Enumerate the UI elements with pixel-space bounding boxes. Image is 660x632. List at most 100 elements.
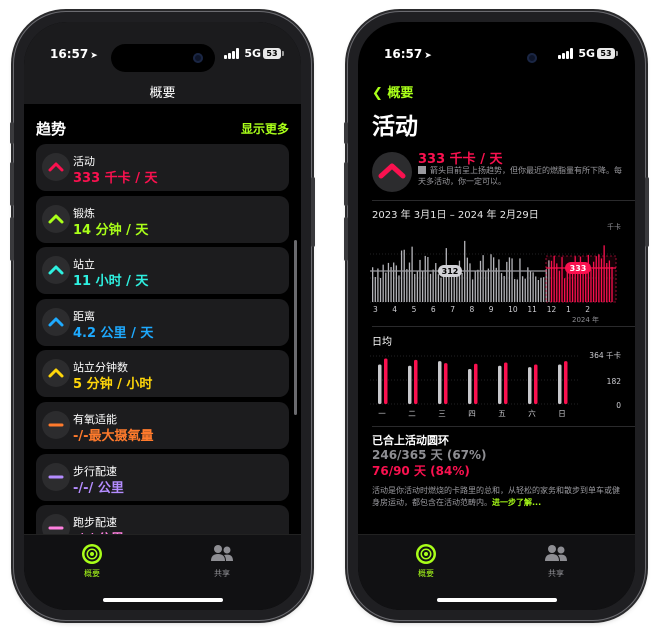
tab-sharing[interactable]: 共享 [192, 543, 252, 579]
daily-bar [529, 270, 532, 302]
daily-average-title: 日均 [372, 337, 392, 348]
trend-badge [42, 410, 70, 439]
divider [372, 326, 635, 327]
daily-bar [511, 258, 513, 302]
x-tick-label: 11 [527, 305, 537, 314]
scrollbar[interactable] [294, 240, 297, 415]
chevron-left-icon: ❮ [372, 86, 388, 101]
weekday-label: 一 [378, 409, 386, 418]
divider [372, 426, 635, 427]
screen-summary: 16:57 ➤ 5G 53 概要 趋势 显示更多 活动 333 千卡 / 天锻炼 14… [24, 22, 301, 610]
daily-bar [398, 275, 400, 302]
screen-activity: 16:57 ➤ 5G 53 ❮ 概要 活动 333 千卡 / 天 箭头目前呈上扬趋… [358, 22, 635, 610]
weekday-bar [558, 364, 562, 404]
show-more-link[interactable]: 显示更多 [241, 120, 289, 137]
daily-bar [500, 273, 503, 302]
chart-unit: 千卡 [607, 223, 621, 231]
daily-bar [466, 257, 468, 302]
nav-title: 概要 [149, 86, 176, 101]
tab-sharing-label: 共享 [548, 569, 564, 578]
back-label: 概要 [387, 86, 414, 101]
weekday-bar [498, 365, 502, 404]
network-type: 5G [244, 47, 261, 60]
weekday-bar [468, 369, 472, 404]
svg-text:333: 333 [570, 264, 587, 273]
trend-value: 333 千卡 / 天 [73, 171, 158, 186]
x-tick-label: 1 [566, 305, 571, 314]
daily-bar [456, 273, 458, 302]
footnote: 活动是你活动时燃烧的卡路里的总和，从轻松的家务和散步到单车或健身房运动，都包含在… [372, 486, 620, 507]
tab-summary[interactable]: 概要 [62, 543, 122, 579]
rings-closed-recent: 76/90 天 (84%) [372, 464, 470, 478]
daily-bar [521, 276, 524, 302]
x-sub-label: 2024 年 [572, 315, 599, 324]
chevron-up-icon [48, 368, 64, 378]
weekday-bar [414, 359, 418, 404]
daily-bar [542, 277, 545, 302]
x-tick-label: 6 [431, 305, 436, 314]
home-indicator[interactable] [102, 598, 223, 602]
weekday-average-chart[interactable]: 一 二 三 四 五 六 日 364 千卡 182 0 [370, 348, 625, 418]
rings-icon [82, 544, 102, 564]
status-time: 16:57 [384, 47, 423, 61]
daily-bar [495, 267, 497, 302]
daily-bar [379, 277, 382, 302]
tab-sharing[interactable]: 共享 [526, 543, 586, 579]
daily-bar [527, 267, 529, 302]
weekday-bar [534, 364, 538, 404]
daily-bar [482, 255, 484, 302]
daily-bar [498, 259, 500, 302]
trend-badge [42, 359, 70, 388]
trend-value: 14 分钟 / 天 [73, 222, 149, 238]
daily-bar [508, 257, 511, 302]
weekday-label: 五 [498, 409, 506, 418]
x-tick-label: 10 [508, 305, 518, 314]
trend-row[interactable]: 活动 333 千卡 / 天 [36, 144, 289, 191]
weekday-label: 三 [438, 409, 446, 418]
signal-icon [558, 48, 573, 59]
trend-row[interactable]: 有氧适能 -/-最大摄氧量 [36, 401, 289, 449]
trend-row[interactable]: 距离 4.2 公里 / 天 [36, 298, 289, 346]
trend-row[interactable]: 锻炼 14 分钟 / 天 [36, 195, 289, 243]
trend-badge [42, 307, 70, 336]
daily-bar [400, 250, 403, 302]
daily-bar [403, 249, 405, 302]
daily-bar [377, 268, 379, 302]
tab-summary[interactable]: 概要 [396, 543, 456, 579]
x-tick-label: 12 [547, 305, 557, 314]
tab-summary-label: 概要 [418, 569, 434, 578]
signal-icon [224, 48, 239, 59]
chevron-up-icon [48, 265, 64, 275]
people-icon [211, 545, 233, 561]
weekday-label: 日 [558, 409, 566, 418]
daily-bar [437, 274, 440, 302]
daily-bar [532, 272, 534, 302]
trend-value: -/-/ 公里 [73, 480, 124, 496]
x-tick-label: 8 [470, 305, 475, 314]
daily-bar [387, 262, 390, 302]
trend-row[interactable]: 步行配速 -/-/ 公里 [36, 453, 289, 501]
chevron-up-icon [48, 162, 64, 172]
yearly-activity-chart[interactable]: 312 3333 4 5 6 7 8 9 10 11 12 1 22024 年 [370, 232, 620, 327]
daily-bar [487, 268, 490, 302]
daily-bar [429, 273, 432, 302]
daily-bar [427, 257, 429, 302]
weekday-bar [444, 363, 448, 404]
phone-right: 16:57 ➤ 5G 53 ❮ 概要 活动 333 千卡 / 天 箭头目前呈上扬趋… [344, 12, 649, 620]
weekday-label: 二 [408, 409, 416, 418]
trend-row[interactable]: 站立 11 小时 / 天 [36, 247, 289, 295]
trend-row[interactable]: 站立分钟数 5 分钟 / 小时 [36, 350, 289, 398]
status-bar: 16:57 ➤ 5G 53 [24, 22, 301, 72]
learn-more-link[interactable]: 进一步了解... [492, 498, 541, 507]
section-title-trends: 趋势 [36, 120, 67, 138]
daily-bar [506, 261, 508, 302]
network-type: 5G [578, 47, 595, 60]
average-badge-year: 312 [438, 265, 462, 277]
daily-bar [416, 271, 419, 302]
back-button[interactable]: ❮ 概要 [372, 82, 413, 101]
tab-sharing-label: 共享 [214, 569, 230, 578]
x-tick-label: 7 [450, 305, 455, 314]
battery-icon: 53 [263, 48, 284, 59]
home-indicator[interactable] [436, 598, 557, 602]
x-tick-label: 4 [392, 305, 397, 314]
